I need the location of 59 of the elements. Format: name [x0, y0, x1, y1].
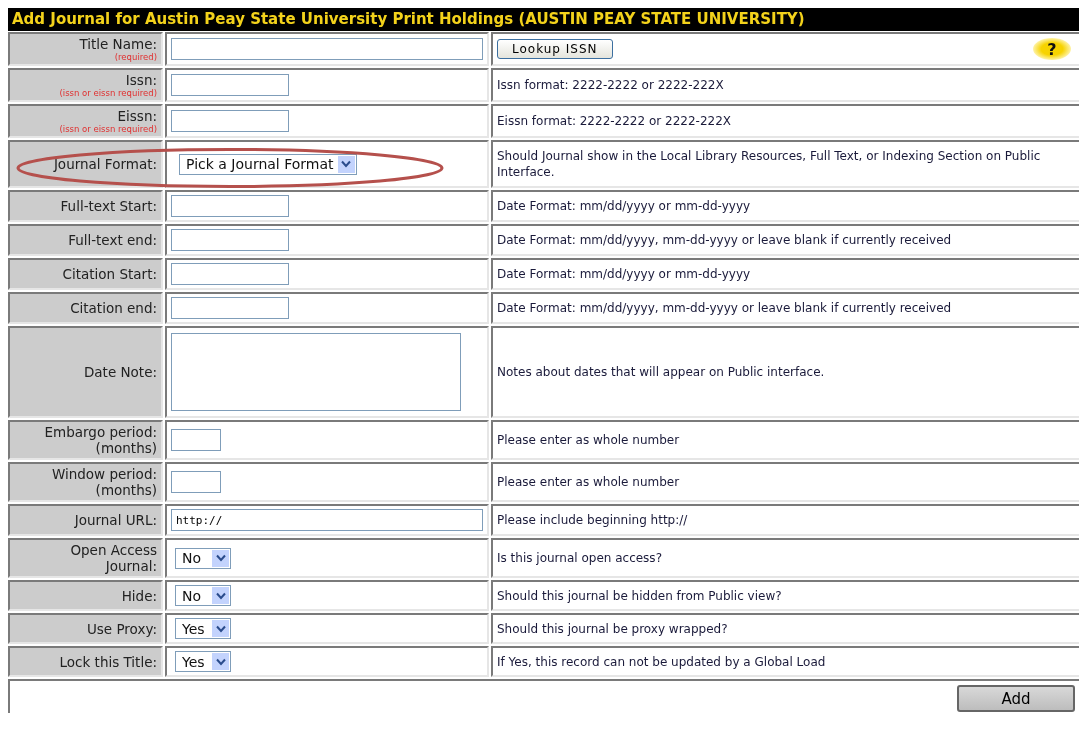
field-hint: Eissn format: 2222-2222 or 2222-222X	[497, 113, 732, 129]
field-hint: Issn format: 2222-2222 or 2222-222X	[497, 77, 724, 93]
text-input[interactable]	[171, 229, 289, 251]
field-hint: Is this journal open access?	[497, 550, 662, 566]
field-hint: If Yes, this record can not be updated by a Global Load	[497, 653, 826, 670]
field-label: Lock this Title:	[59, 653, 157, 670]
text-input[interactable]	[171, 471, 221, 493]
field-hint: Should Journal show in the Local Library Resources, Full Text, or Indexing Section on Public Interface.	[497, 148, 1042, 180]
chevron-down-icon	[337, 155, 355, 173]
chevron-down-icon	[212, 549, 229, 567]
field-hint: Date Format: mm/dd/yyyy or mm-dd-yyyy	[497, 198, 751, 214]
dropdown-select[interactable]: Pick a Journal Format	[179, 153, 357, 175]
field-hint: Date Format: mm/dd/yyyy, mm-dd-yyyy or leave blank if currently received	[497, 300, 952, 316]
field-label: Eissn:	[117, 108, 157, 124]
text-input[interactable]	[171, 297, 289, 319]
field-label: Title Name:	[79, 36, 157, 52]
field-hint: Please enter as whole number	[497, 474, 680, 490]
text-input[interactable]	[171, 110, 289, 132]
dropdown-select[interactable]: Yes	[175, 651, 231, 672]
field-label: Date Note:	[83, 364, 157, 380]
form-title: Add Journal for Austin Peay State University Print Holdings (AUSTIN PEAY STATE UNIVERSITY)	[8, 8, 1079, 31]
text-input[interactable]	[171, 263, 289, 285]
field-label: Journal URL:	[74, 512, 157, 528]
lookup-issn-button[interactable]: Lookup ISSN	[497, 39, 613, 59]
field-label: Full-text end:	[68, 232, 157, 248]
field-label: Full-text Start:	[60, 198, 157, 214]
required-note: (issn or eissn required)	[59, 88, 157, 98]
field-hint: Please include beginning http://	[497, 512, 688, 528]
chevron-down-icon	[212, 653, 229, 670]
field-hint: Date Format: mm/dd/yyyy, mm-dd-yyyy or leave blank if currently received	[497, 232, 952, 248]
field-label: Citation end:	[70, 300, 157, 316]
field-label: Journal Format:	[53, 156, 157, 172]
dropdown-select[interactable]: No	[175, 585, 231, 606]
field-hint: Should this journal be hidden from Public view?	[497, 587, 782, 604]
field-hint: Please enter as whole number	[497, 432, 680, 448]
required-note: (required)	[114, 52, 157, 62]
text-input[interactable]	[171, 429, 221, 451]
field-label: Open Access Journal:	[69, 542, 157, 574]
field-label: Embargo period: (months)	[43, 424, 157, 456]
dropdown-select[interactable]: No	[175, 547, 231, 569]
chevron-down-icon	[212, 620, 229, 637]
field-hint: Should this journal be proxy wrapped?	[497, 620, 728, 637]
field-label: Hide:	[121, 587, 157, 604]
field-label: Issn:	[125, 72, 157, 88]
date-note-textarea[interactable]	[171, 333, 461, 411]
text-input[interactable]: http://	[171, 509, 483, 531]
text-input[interactable]	[171, 38, 483, 60]
field-label: Citation Start:	[62, 266, 157, 282]
field-label: Window period: (months)	[50, 466, 157, 498]
field-hint: Notes about dates that will appear on Public interface.	[497, 364, 825, 380]
text-input[interactable]	[171, 195, 289, 217]
dropdown-select[interactable]: Yes	[175, 618, 231, 639]
required-note: (issn or eissn required)	[59, 124, 157, 134]
add-button[interactable]: Add	[957, 685, 1075, 712]
text-input[interactable]	[171, 74, 289, 96]
chevron-down-icon	[212, 587, 229, 604]
field-hint: Date Format: mm/dd/yyyy or mm-dd-yyyy	[497, 266, 751, 282]
field-label: Use Proxy:	[86, 620, 157, 637]
help-icon[interactable]: ?	[1033, 38, 1071, 60]
